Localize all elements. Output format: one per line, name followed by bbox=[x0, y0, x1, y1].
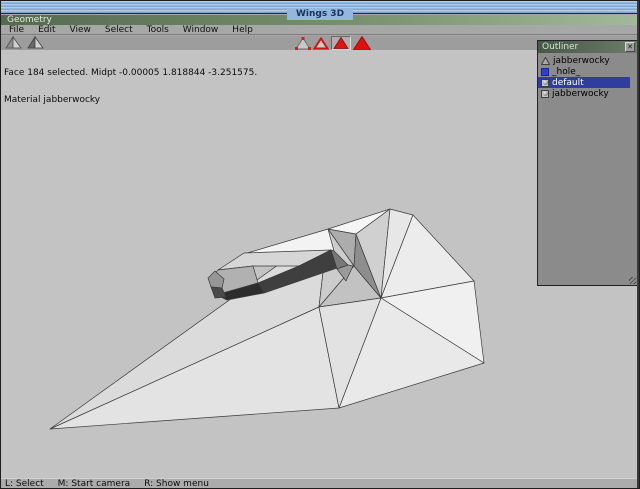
material-sphere-icon bbox=[541, 79, 549, 87]
outliner-window: Outliner ✕ jabberwocky _hole_ default bbox=[537, 40, 638, 286]
outliner-item-label: _hole_ bbox=[552, 67, 580, 77]
menu-item-select[interactable]: Select bbox=[99, 25, 141, 35]
outliner-row-hole-material[interactable]: _hole_ bbox=[538, 66, 630, 77]
close-icon[interactable]: ✕ bbox=[625, 42, 635, 52]
outliner-row-default-material[interactable]: default bbox=[538, 77, 630, 88]
status-right-hint: R: Show menu bbox=[144, 479, 209, 489]
info-line-selection: Face 184 selected. Midpt -0.00005 1.8188… bbox=[4, 69, 257, 78]
outliner-list: jabberwocky _hole_ default jabberwocky bbox=[538, 53, 637, 285]
face-mode-button[interactable] bbox=[331, 36, 351, 50]
outliner-item-label: jabberwocky bbox=[553, 56, 610, 66]
menu-item-view[interactable]: View bbox=[64, 25, 99, 35]
hole-material-icon bbox=[541, 68, 549, 76]
resize-grip[interactable] bbox=[629, 277, 636, 284]
outliner-row-jabberwocky-material[interactable]: jabberwocky bbox=[538, 88, 630, 99]
outliner-row-object-jabberwocky[interactable]: jabberwocky bbox=[538, 55, 630, 66]
viewport-info: Face 184 selected. Midpt -0.00005 1.8188… bbox=[4, 51, 257, 123]
menu-item-help[interactable]: Help bbox=[226, 25, 261, 35]
window-right-border bbox=[637, 1, 639, 488]
titlebar[interactable]: Wings 3D bbox=[1, 1, 639, 14]
status-left-hint: L: Select bbox=[5, 479, 44, 489]
body-mode-button[interactable] bbox=[353, 36, 371, 50]
outliner-title: Outliner bbox=[538, 41, 637, 53]
outliner-titlebar[interactable]: Outliner ✕ bbox=[538, 41, 637, 53]
outliner-item-label: default bbox=[552, 78, 584, 88]
window-title: Wings 3D bbox=[287, 8, 353, 20]
selection-mode-group bbox=[295, 36, 371, 50]
menubar: File Edit View Select Tools Window Help bbox=[1, 25, 639, 35]
vertex-mode-button[interactable] bbox=[295, 37, 311, 50]
wings3d-window: Wings 3D Geometry File Edit View Select … bbox=[0, 0, 640, 489]
material-sphere-icon bbox=[541, 90, 549, 98]
menu-item-window[interactable]: Window bbox=[177, 25, 227, 35]
edge-mode-button[interactable] bbox=[313, 37, 329, 50]
statusbar: L: Select M: Start camera R: Show menu bbox=[1, 478, 639, 489]
toolbar-left-icons bbox=[5, 36, 44, 50]
object-triangle-icon bbox=[541, 57, 550, 65]
outliner-item-label: jabberwocky bbox=[552, 89, 609, 99]
info-line-material: Material jabberwocky bbox=[4, 96, 257, 105]
status-middle-hint: M: Start camera bbox=[58, 479, 131, 489]
menu-item-tools[interactable]: Tools bbox=[141, 25, 177, 35]
